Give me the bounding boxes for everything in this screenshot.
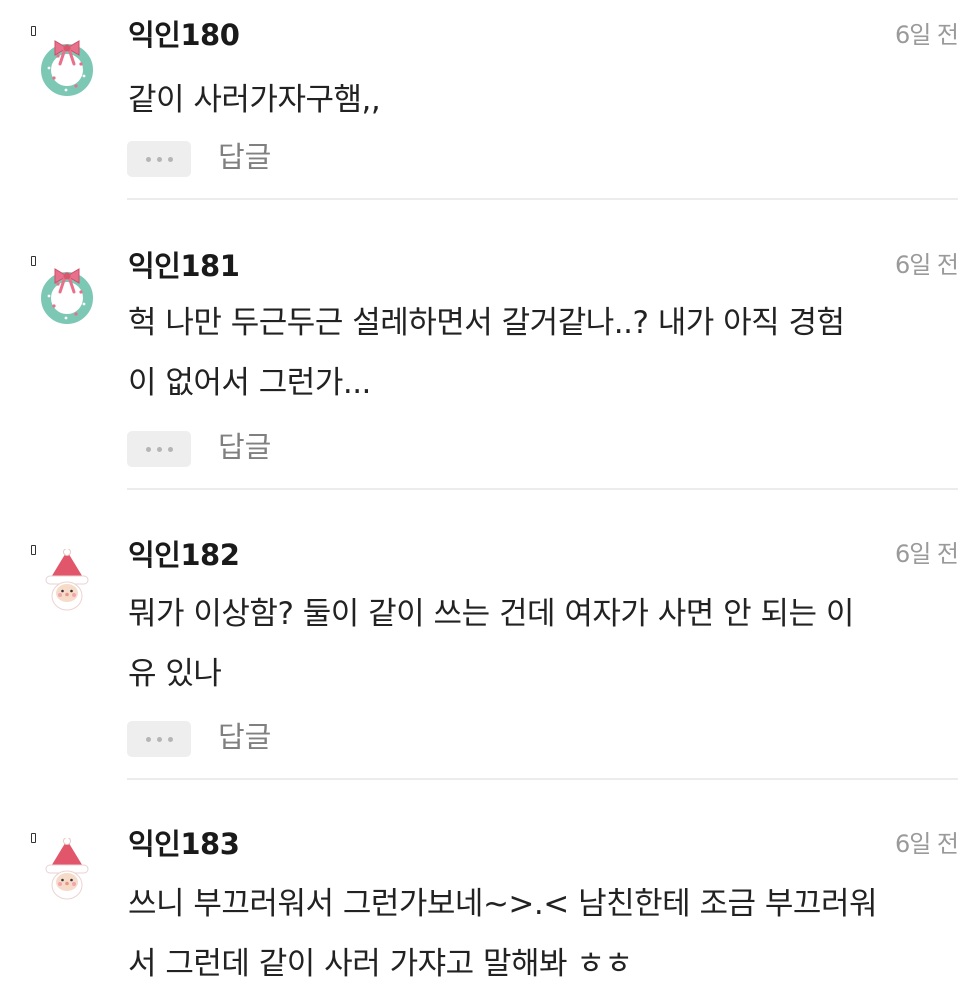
santa-icon[interactable]: [36, 838, 98, 900]
nickname[interactable]: 익인183: [128, 827, 240, 861]
more-options-button[interactable]: [127, 431, 191, 467]
wreath-icon[interactable]: [36, 34, 98, 96]
timestamp: 6일 전: [894, 830, 959, 858]
more-options-button[interactable]: [127, 721, 191, 757]
wreath-icon[interactable]: [36, 262, 98, 324]
comment-body: 뭐가 이상함? 둘이 같이 쓰는 건데 여자가 사면 안 되는 이 유 있나: [128, 596, 854, 692]
timestamp: 6일 전: [894, 21, 959, 49]
timestamp: 6일 전: [894, 540, 959, 568]
divider: [127, 778, 958, 780]
comment-body: 같이 사러가자구햄,,: [128, 82, 381, 118]
nickname[interactable]: 익인180: [128, 18, 240, 52]
reply-button[interactable]: 답글: [218, 139, 271, 175]
nickname[interactable]: 익인182: [128, 538, 240, 572]
more-options-button[interactable]: [127, 141, 191, 177]
comment-body: 쓰니 부끄러워서 그런가보네~>.< 남친한테 조금 부끄러워 서 그런데 같이…: [128, 886, 878, 982]
santa-icon[interactable]: [36, 549, 98, 611]
divider: [127, 488, 958, 490]
timestamp: 6일 전: [894, 251, 959, 279]
reply-button[interactable]: 답글: [218, 719, 271, 755]
divider: [127, 198, 958, 200]
nickname[interactable]: 익인181: [128, 249, 240, 283]
reply-button[interactable]: 답글: [218, 429, 271, 465]
comment-body: 헉 나만 두근두근 설레하면서 갈거같나..? 내가 아직 경험 이 없어서 그…: [128, 305, 845, 401]
